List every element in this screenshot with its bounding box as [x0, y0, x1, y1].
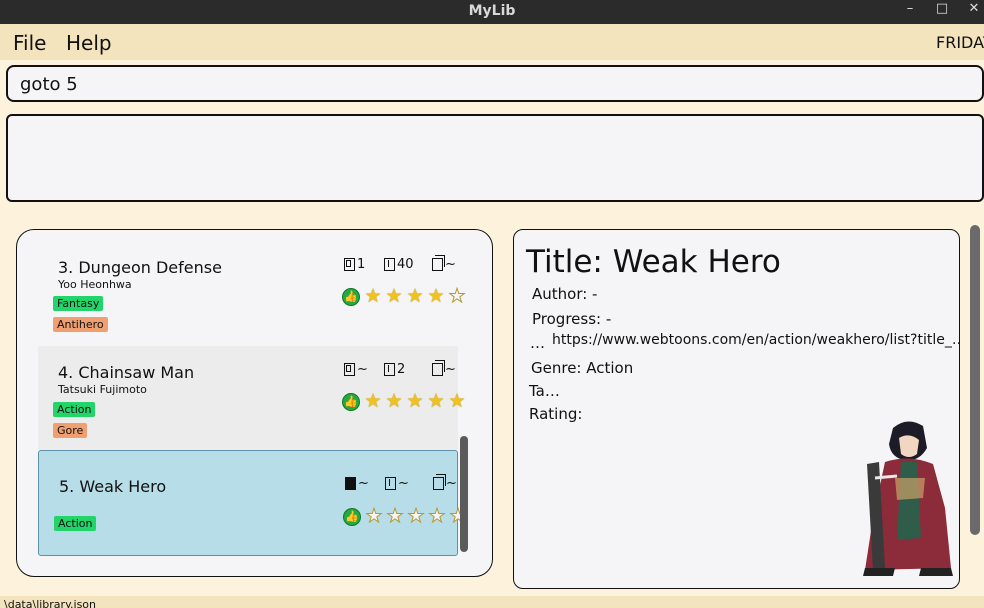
item-title: 5. Weak Hero	[59, 477, 167, 496]
star-icon: ★	[364, 285, 382, 307]
list-item-selected[interactable]: 5. Weak Hero Action ~ ~ ~ 👍 ★ ★ ★ ★ ★	[38, 450, 467, 556]
day-label: FRIDAY	[936, 33, 984, 52]
volume-stat: 40	[384, 257, 414, 272]
menu-file[interactable]: File	[13, 31, 46, 55]
chapter-stat: ~	[344, 362, 368, 377]
star-icon: ★	[365, 505, 383, 527]
tag-badge: Antihero	[53, 317, 108, 332]
star-icon: ★	[364, 390, 382, 412]
detail-progress: Progress: -	[532, 310, 612, 328]
list-scrollbar[interactable]	[460, 436, 468, 552]
window-titlebar: MyLib – □ ✕	[0, 0, 984, 24]
copy-icon	[432, 360, 445, 376]
close-icon[interactable]: ✕	[964, 1, 984, 16]
detail-rating: Rating:	[529, 405, 583, 423]
star-icon: ★	[407, 505, 425, 527]
star-icon: ★	[448, 390, 466, 412]
rating-stars: 👍 ★ ★ ★ ★ ★	[342, 392, 467, 411]
list-item[interactable]: 3. Dungeon Defense Yoo Heonhwa Fantasy A…	[38, 240, 466, 346]
library-list-panel[interactable]: 3. Dungeon Defense Yoo Heonhwa Fantasy A…	[16, 229, 493, 577]
copy-icon	[432, 255, 445, 271]
star-icon: ★	[427, 285, 445, 307]
item-title: 4. Chainsaw Man	[58, 363, 195, 382]
star-icon: ★	[428, 505, 446, 527]
window-title: MyLib	[468, 3, 516, 19]
star-icon: ★	[385, 390, 403, 412]
rating-stars: 👍 ★ ★ ★ ★ ★	[342, 285, 467, 307]
detail-link-ellipsis: …	[530, 334, 545, 352]
detail-scrollbar[interactable]	[970, 225, 980, 535]
thumbs-up-icon[interactable]: 👍	[343, 507, 361, 526]
status-bar: \data\library.json	[0, 596, 984, 608]
rating-stars: 👍 ★ ★ ★ ★ ★	[343, 505, 468, 527]
minimize-icon[interactable]: –	[900, 1, 920, 16]
volume-stat: ~	[385, 476, 409, 491]
detail-link[interactable]: https://www.webtoons.com/en/action/weakh…	[552, 332, 959, 348]
character-illustration	[863, 421, 953, 576]
star-icon: ★	[385, 285, 403, 307]
book-icon	[384, 363, 395, 376]
thumbs-up-icon[interactable]: 👍	[342, 392, 360, 411]
book-icon	[385, 477, 396, 490]
bookmark-icon	[344, 258, 355, 271]
tag-badge: Action	[53, 402, 96, 417]
copies-stat: ~	[433, 474, 457, 491]
detail-tags: Ta…	[529, 382, 560, 400]
book-icon	[384, 258, 395, 271]
detail-title: Title: Weak Hero	[526, 244, 781, 280]
status-path: \data\library.json	[4, 598, 96, 608]
volume-stat: 2	[384, 362, 405, 377]
star-icon: ★	[427, 390, 445, 412]
item-author: Tatsuki Fujimoto	[58, 383, 147, 396]
copies-stat: ~	[432, 360, 456, 377]
detail-author: Author: -	[532, 285, 598, 303]
list-item[interactable]: 4. Chainsaw Man Tatsuki Fujimoto Action …	[38, 346, 466, 450]
copy-icon	[433, 474, 446, 490]
menu-bar: File Help FRIDAY	[0, 24, 984, 60]
chapter-stat: ~	[345, 476, 369, 491]
bookmark-icon	[344, 363, 355, 376]
star-icon: ★	[448, 285, 466, 307]
tag-badge: Fantasy	[53, 296, 104, 311]
menu-help[interactable]: Help	[66, 31, 112, 55]
thumbs-up-icon[interactable]: 👍	[342, 287, 360, 306]
tag-badge: Gore	[53, 423, 88, 438]
command-input[interactable]: goto 5	[6, 65, 984, 102]
command-input-value: goto 5	[20, 74, 78, 95]
star-icon: ★	[406, 285, 424, 307]
star-icon: ★	[406, 390, 424, 412]
maximize-icon[interactable]: □	[932, 1, 952, 16]
copies-stat: ~	[432, 255, 456, 272]
item-author: Yoo Heonhwa	[58, 278, 132, 291]
item-title: 3. Dungeon Defense	[58, 258, 222, 277]
detail-genre: Genre: Action	[531, 359, 634, 377]
result-display	[6, 114, 984, 202]
tag-badge: Action	[54, 516, 97, 531]
bookmark-icon	[345, 477, 356, 490]
star-icon: ★	[386, 505, 404, 527]
chapter-stat: 1	[344, 257, 365, 272]
